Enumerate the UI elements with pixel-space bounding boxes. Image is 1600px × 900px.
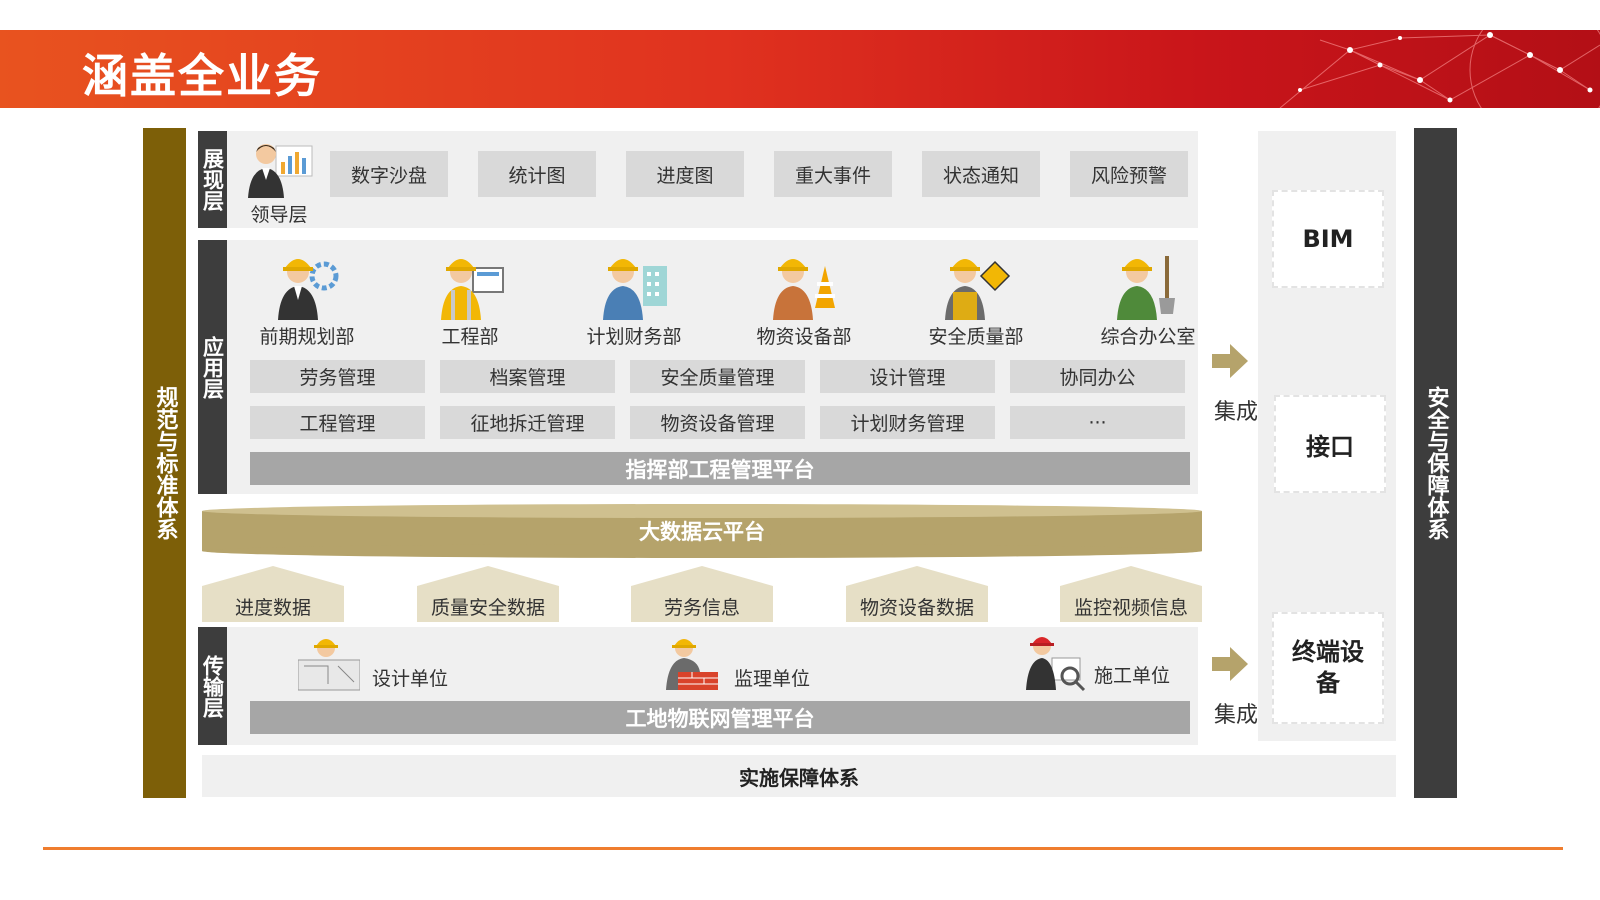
network-globe-decoration — [1279, 30, 1600, 108]
header-band: 涵盖全业务 — [0, 30, 1600, 108]
big-data-cloud-platform[interactable]: 大数据云平台 — [202, 503, 1202, 559]
dept-finance: 计划财务部 — [574, 248, 694, 349]
data-quality-safety: 质量安全数据 — [417, 566, 559, 622]
data-progress: 进度数据 — [202, 566, 344, 622]
command-engineering-platform[interactable]: 指挥部工程管理平台 — [250, 452, 1190, 485]
chip-status-notice[interactable]: 状态通知 — [922, 151, 1040, 197]
design-unit-label: 设计单位 — [372, 668, 449, 690]
chip-materials-equipment-management[interactable]: 物资设备管理 — [630, 406, 805, 439]
design-unit-worker-icon — [298, 639, 360, 691]
presentation-layer-tag-label: 展现层 — [200, 148, 225, 211]
worker-building-icon — [603, 259, 667, 320]
presentation-layer-tag: 展现层 — [198, 131, 227, 228]
dept-planning: 前期规划部 — [252, 248, 362, 349]
supervision-unit-label: 监理单位 — [734, 668, 811, 690]
chip-safety-quality-management[interactable]: 安全质量管理 — [630, 360, 805, 393]
footer-divider — [43, 847, 1563, 850]
construction-unit-worker-icon — [1026, 637, 1086, 692]
implementation-guarantee-bar: 实施保障体系 — [202, 755, 1396, 797]
site-iot-platform[interactable]: 工地物联网管理平台 — [250, 701, 1190, 734]
construction-unit-label: 施工单位 — [1094, 665, 1171, 687]
worker-computer-icon — [441, 259, 504, 320]
chip-risk-warning[interactable]: 风险预警 — [1070, 151, 1188, 197]
chip-major-events[interactable]: 重大事件 — [774, 151, 892, 197]
dept-general-office-label: 综合办公室 — [1100, 326, 1196, 348]
worker-safety-sign-icon — [945, 259, 1011, 320]
bim-box[interactable]: BIM — [1272, 190, 1384, 288]
standards-system-label: 规范与标准体系 — [152, 386, 178, 540]
data-progress-label: 进度数据 — [234, 597, 311, 619]
chip-planning-finance-management[interactable]: 计划财务管理 — [820, 406, 995, 439]
security-system-bar: 安全与保障体系 — [1414, 128, 1457, 798]
terminal-device-box[interactable]: 终端设备 — [1272, 612, 1384, 724]
supervision-unit-worker-icon — [666, 639, 718, 690]
integration-label-top: 集成 — [1214, 400, 1259, 425]
integration-label-bottom: 集成 — [1214, 703, 1259, 728]
chip-collaborative-office[interactable]: 协同办公 — [1010, 360, 1185, 393]
chip-more[interactable]: ··· — [1010, 406, 1185, 439]
dept-general-office: 综合办公室 — [1088, 248, 1208, 349]
interface-box[interactable]: 接口 — [1274, 395, 1386, 493]
dept-safety-quality-label: 安全质量部 — [928, 326, 1024, 348]
dept-materials-label: 物资设备部 — [756, 326, 852, 348]
transport-layer-tag: 传输层 — [198, 627, 227, 745]
standards-system-bar: 规范与标准体系 — [143, 128, 186, 798]
data-quality-safety-label: 质量安全数据 — [430, 597, 545, 619]
cloud-platform-label: 大数据云平台 — [639, 520, 765, 544]
worker-shovel-icon — [1117, 256, 1175, 320]
data-labor-info: 劳务信息 — [631, 566, 773, 622]
leadership-label: 领导层 — [250, 204, 308, 226]
dept-engineering-label: 工程部 — [441, 326, 499, 348]
chip-archive-management[interactable]: 档案管理 — [440, 360, 615, 393]
chip-labor-management[interactable]: 劳务管理 — [250, 360, 425, 393]
chip-land-demolition-management[interactable]: 征地拆迁管理 — [440, 406, 615, 439]
application-layer-tag-label: 应用层 — [200, 335, 225, 399]
dept-safety-quality: 安全质量部 — [916, 248, 1036, 349]
leader-with-chart-icon — [248, 144, 313, 198]
security-system-label: 安全与保障体系 — [1423, 386, 1449, 540]
data-materials-equipment: 物资设备数据 — [846, 566, 988, 622]
chip-progress-chart[interactable]: 进度图 — [626, 151, 744, 197]
chip-statistics-chart[interactable]: 统计图 — [478, 151, 596, 197]
data-video-monitoring-label: 监控视频信息 — [1073, 597, 1188, 619]
dept-finance-label: 计划财务部 — [586, 326, 682, 348]
integration-arrow-top-icon — [1212, 344, 1248, 378]
application-layer-tag: 应用层 — [198, 240, 227, 494]
integration-arrow-bottom-icon — [1212, 647, 1248, 681]
dept-planning-label: 前期规划部 — [259, 326, 355, 348]
leadership-figure: 领导层 — [244, 140, 314, 227]
chip-design-management[interactable]: 设计管理 — [820, 360, 995, 393]
page-title: 涵盖全业务 — [82, 49, 322, 103]
transport-layer-tag-label: 传输层 — [200, 654, 225, 718]
worker-cone-icon — [773, 259, 835, 320]
chip-engineering-management[interactable]: 工程管理 — [250, 406, 425, 439]
chip-digital-sandbox[interactable]: 数字沙盘 — [330, 151, 448, 197]
data-labor-info-label: 劳务信息 — [663, 597, 740, 619]
data-video-monitoring: 监控视频信息 — [1060, 566, 1202, 622]
worker-gear-icon — [278, 259, 339, 320]
dept-engineering: 工程部 — [415, 248, 525, 349]
dept-materials: 物资设备部 — [744, 248, 864, 349]
data-materials-equipment-label: 物资设备数据 — [859, 597, 974, 619]
